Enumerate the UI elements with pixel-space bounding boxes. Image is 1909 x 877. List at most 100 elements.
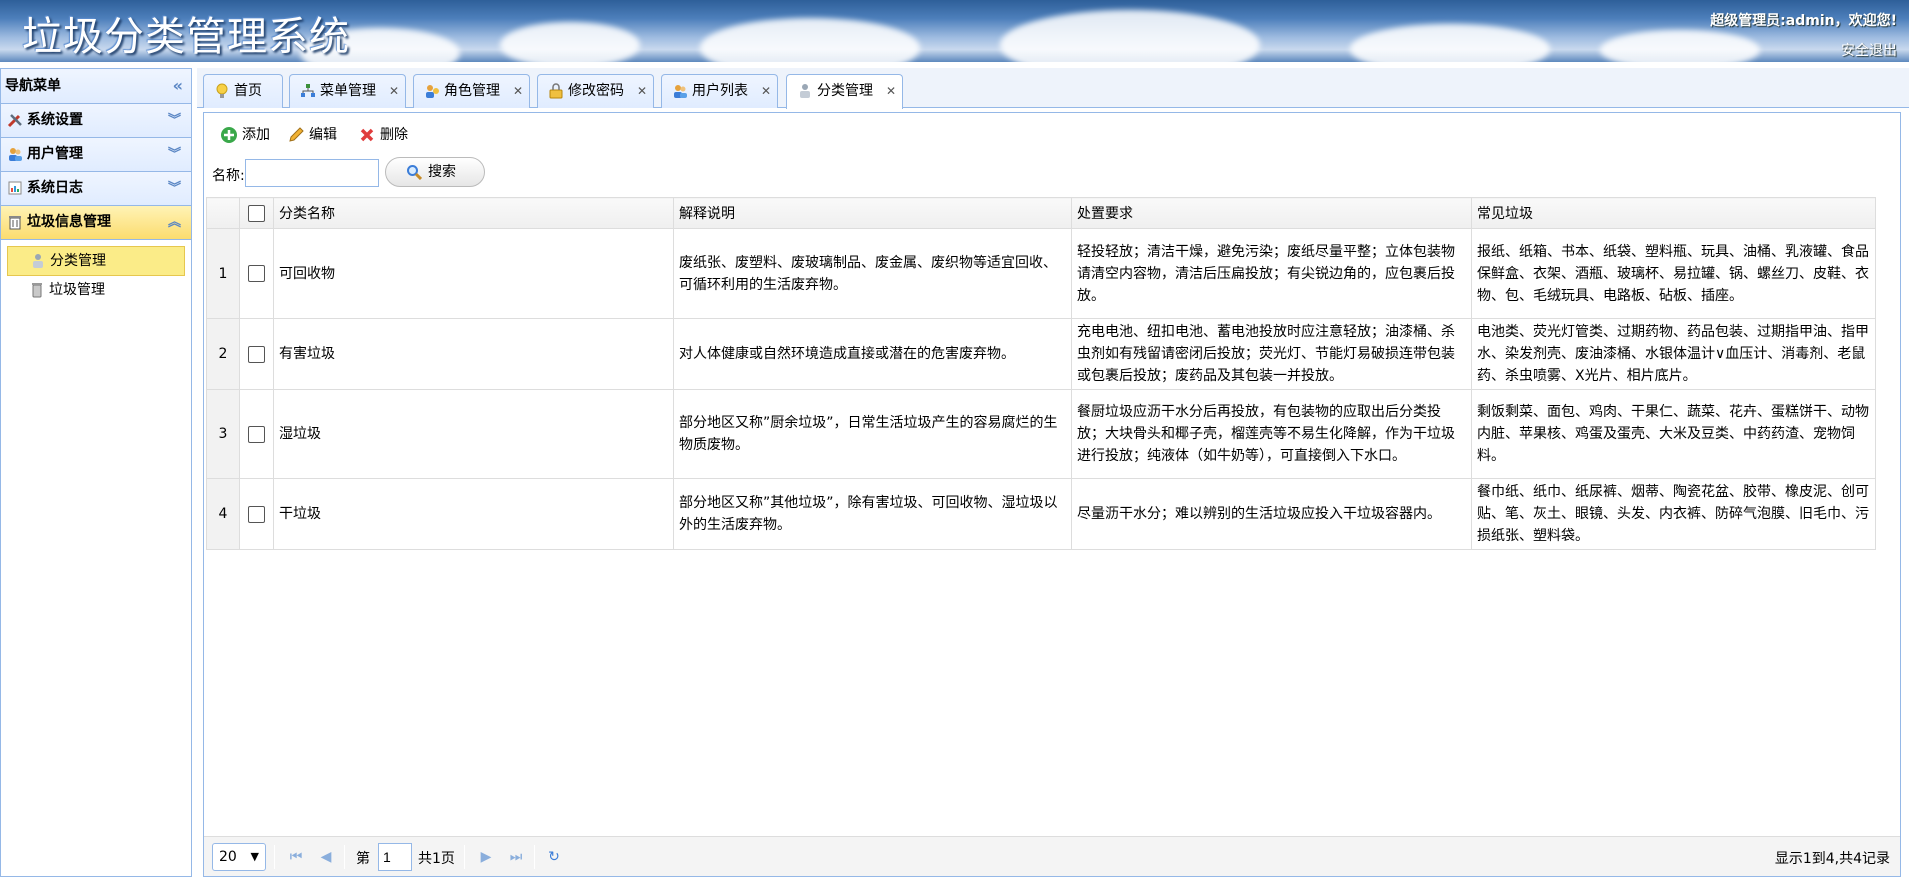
category-icon	[33, 254, 43, 268]
tab-menu-management[interactable]: 菜单管理 ✕	[289, 74, 406, 108]
page-size-select[interactable]: 20 ▼	[212, 843, 266, 871]
tab-home[interactable]: 首页	[203, 74, 283, 108]
pager-separator	[464, 845, 465, 869]
content-panel: 添加 编辑 删除 名称: 搜索 分类名称 解释说明 处置要求 常见垃圾 1 可回…	[203, 112, 1901, 877]
sidebar-item-category-management[interactable]: 分类管理	[7, 246, 185, 276]
sidebar-section-system-log[interactable]: 系统日志 ︾	[1, 172, 191, 206]
table-row[interactable]: 1 可回收物 废纸张、废塑料、废玻璃制品、废金属、废织物等适宜回收、可循环利用的…	[206, 228, 1876, 319]
menu-tree-icon	[301, 84, 315, 97]
chevron-down-icon: ▼	[250, 850, 259, 863]
expand-chevron-icon: ︾	[167, 113, 181, 128]
table-row[interactable]: 2 有害垃圾 对人体健康或自然环境造成直接或潜在的危害废弃物。 充电电池、纽扣电…	[206, 318, 1876, 390]
tab-category-management[interactable]: 分类管理 ✕	[786, 74, 903, 109]
cell-name: 有害垃圾	[273, 318, 674, 390]
bin-icon	[32, 283, 42, 298]
cell-description: 废纸张、废塑料、废玻璃制品、废金属、废织物等适宜回收、可循环利用的生活废弃物。	[673, 228, 1072, 319]
page-size-value: 20	[219, 849, 237, 865]
add-button-label: 添加	[242, 127, 270, 143]
cell-common-items: 餐巾纸、纸巾、纸尿裤、烟蒂、陶瓷花盆、胶带、橡皮泥、创可贴、笔、灰土、眼镜、头发…	[1471, 478, 1876, 550]
tab-role-management[interactable]: 角色管理 ✕	[413, 74, 530, 108]
row-checkbox[interactable]	[248, 265, 265, 282]
table-row[interactable]: 4 干垃圾 部分地区又称”其他垃圾”，除有害垃圾、可回收物、湿垃圾以外的生活废弃…	[206, 478, 1876, 550]
row-checkbox-cell	[239, 318, 274, 390]
row-checkbox-cell	[239, 478, 274, 550]
page-total-label: 共1页	[418, 851, 455, 867]
first-page-icon[interactable]: ⏮	[286, 847, 306, 867]
tools-icon	[7, 114, 22, 128]
search-button[interactable]: 搜索	[385, 157, 485, 187]
tab-user-list[interactable]: 用户列表 ✕	[661, 74, 778, 108]
role-icon	[426, 85, 439, 98]
tab-label: 菜单管理	[320, 83, 376, 99]
pagination-bar: 20 ▼ ⏮ ◀ 第 共1页 ▶ ⏭ ↻ 显示1到4,共4记录	[204, 836, 1900, 876]
collapse-chevron-icon: ︽	[167, 215, 181, 230]
trash-icon	[9, 216, 21, 230]
record-count-info: 显示1到4,共4记录	[1774, 851, 1890, 867]
name-search-input[interactable]	[245, 159, 379, 187]
column-header-requirements[interactable]: 处置要求	[1071, 197, 1472, 229]
row-number: 4	[206, 478, 240, 550]
cell-description: 部分地区又称”其他垃圾”，除有害垃圾、可回收物、湿垃圾以外的生活废弃物。	[673, 478, 1072, 550]
column-header-common-items[interactable]: 常见垃圾	[1471, 197, 1876, 229]
edit-button[interactable]: 编辑	[285, 125, 337, 145]
sidebar-item-garbage-management[interactable]: 垃圾管理	[7, 276, 185, 306]
sidebar-section-garbage-info[interactable]: 垃圾信息管理 ︽	[1, 206, 191, 240]
prev-page-icon[interactable]: ◀	[316, 847, 336, 867]
select-all-checkbox[interactable]	[248, 204, 265, 222]
cell-name: 湿垃圾	[273, 389, 674, 479]
cell-name: 干垃圾	[273, 478, 674, 550]
app-title: 垃圾分类管理系统	[22, 14, 350, 60]
sidebar-section-label: 系统日志	[27, 180, 83, 196]
sidebar-section-label: 垃圾信息管理	[27, 214, 111, 230]
search-button-label: 搜索	[428, 164, 456, 180]
lightbulb-icon	[216, 83, 228, 98]
row-checkbox[interactable]	[248, 425, 265, 443]
search-row: 名称: 搜索	[204, 153, 1900, 193]
collapse-sidebar-icon[interactable]: «	[173, 69, 183, 103]
row-checkbox-cell	[239, 228, 274, 319]
column-header-description[interactable]: 解释说明	[673, 197, 1072, 229]
table-row[interactable]: 3 湿垃圾 部分地区又称”厨余垃圾”，日常生活垃圾产生的容易腐烂的生物质废物。 …	[206, 389, 1876, 479]
next-page-icon[interactable]: ▶	[476, 847, 496, 867]
row-checkbox[interactable]	[248, 505, 265, 523]
row-number: 1	[206, 228, 240, 319]
close-tab-icon[interactable]: ✕	[761, 75, 771, 107]
sidebar-title: 导航菜单	[5, 78, 61, 94]
close-tab-icon[interactable]: ✕	[637, 75, 647, 107]
lock-icon	[549, 83, 563, 99]
delete-button[interactable]: 删除	[356, 125, 408, 145]
logout-link[interactable]: 安全退出	[1841, 40, 1897, 60]
tab-label: 用户列表	[692, 83, 748, 99]
pager-separator	[274, 845, 275, 869]
toolbar: 添加 编辑 删除	[204, 113, 1900, 153]
sidebar-section-system-settings[interactable]: 系统设置 ︾	[1, 104, 191, 138]
row-checkbox[interactable]	[248, 345, 265, 363]
page-prefix-label: 第	[356, 851, 370, 867]
cell-name: 可回收物	[273, 228, 674, 319]
search-label: 名称:	[212, 168, 245, 184]
sidebar-item-label: 垃圾管理	[49, 282, 105, 298]
sidebar: 导航菜单 « 系统设置 ︾ 用户管理 ︾ 系统日志 ︾ 垃圾信息管理 ︽ 分类管…	[0, 68, 192, 877]
log-icon	[8, 181, 22, 195]
table-header-row: 分类名称 解释说明 处置要求 常见垃圾	[206, 197, 1876, 229]
refresh-icon[interactable]: ↻	[544, 847, 564, 867]
row-checkbox-cell	[239, 389, 274, 479]
page-number-input[interactable]	[378, 843, 412, 871]
sidebar-section-user-management[interactable]: 用户管理 ︾	[1, 138, 191, 172]
pencil-icon	[289, 127, 304, 142]
close-tab-icon[interactable]: ✕	[513, 75, 523, 107]
cell-requirements: 轻投轻放；清洁干燥，避免污染；废纸尽量平整；立体包装物请清空内容物，清洁后压扁投…	[1071, 228, 1472, 319]
user-list-icon	[674, 85, 687, 98]
column-header-name[interactable]: 分类名称	[273, 197, 674, 229]
row-number: 3	[206, 389, 240, 479]
close-tab-icon[interactable]: ✕	[886, 75, 896, 107]
cell-requirements: 餐厨垃圾应沥干水分后再投放，有包装物的应取出后分类投放；大块骨头和椰子壳，榴莲壳…	[1071, 389, 1472, 479]
row-number: 2	[206, 318, 240, 390]
add-button[interactable]: 添加	[218, 125, 270, 145]
pager-separator	[534, 845, 535, 869]
last-page-icon[interactable]: ⏭	[506, 847, 526, 867]
close-tab-icon[interactable]: ✕	[389, 75, 399, 107]
category-table: 分类名称 解释说明 处置要求 常见垃圾 1 可回收物 废纸张、废塑料、废玻璃制品…	[206, 197, 1876, 550]
main-area: 首页 菜单管理 ✕ 角色管理 ✕ 修改密码 ✕ 用户列表 ✕ 分类管理 ✕ 添加…	[197, 68, 1909, 877]
tab-change-password[interactable]: 修改密码 ✕	[537, 74, 654, 108]
